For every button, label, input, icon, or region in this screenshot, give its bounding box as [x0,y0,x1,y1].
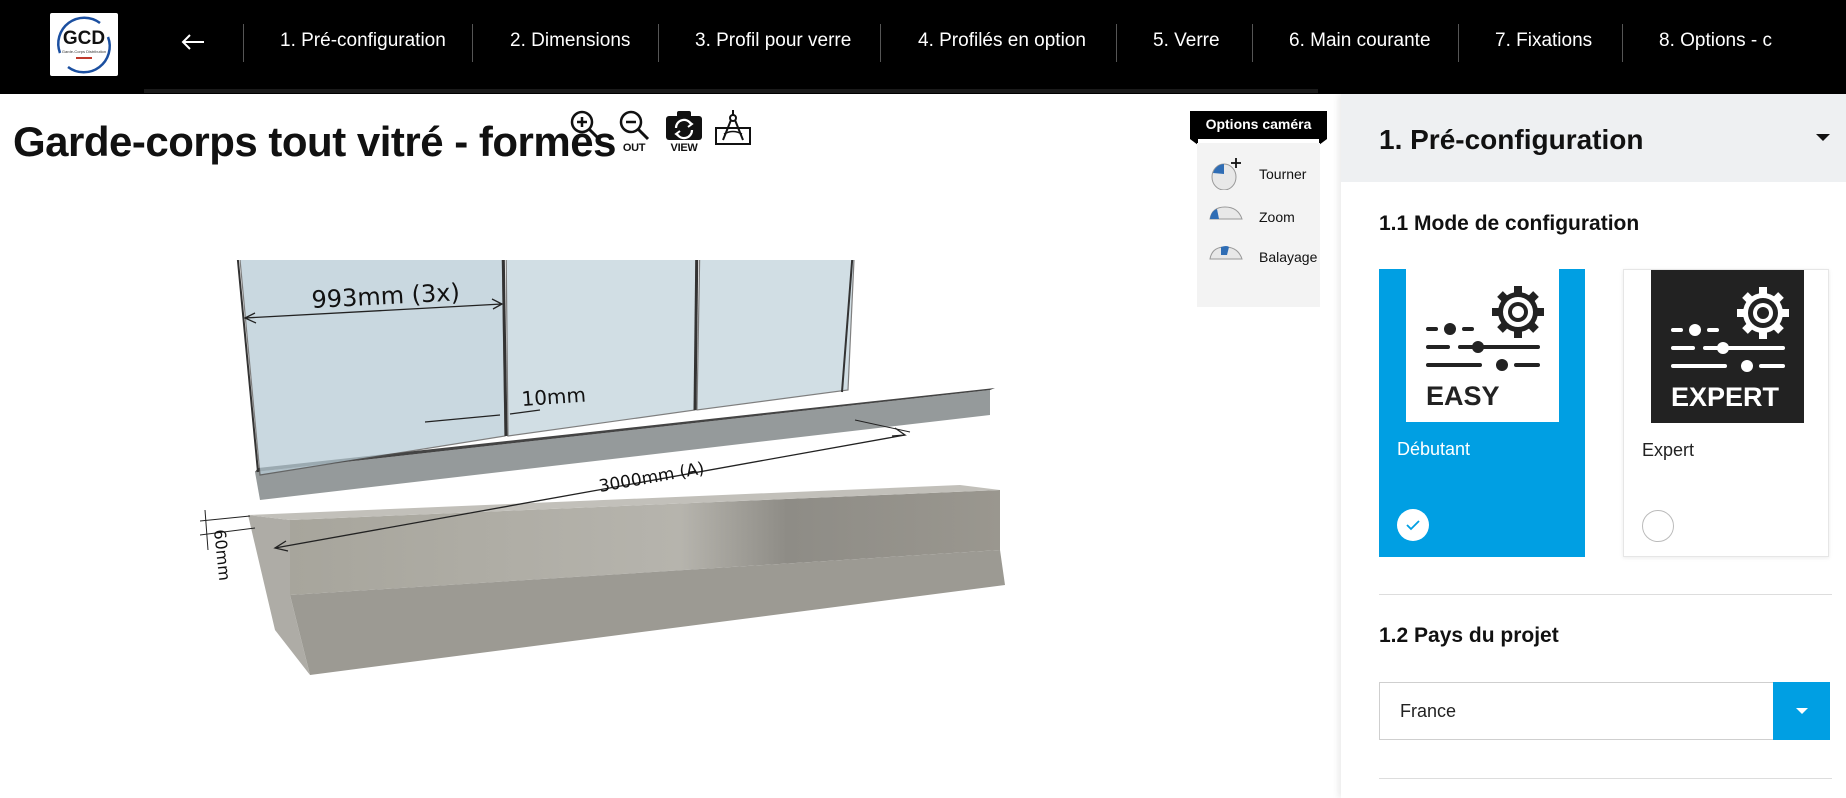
total-length-label: 3000mm (A) [597,459,706,497]
arrow-left-icon [181,34,204,50]
glass-joint-2 [693,260,699,411]
nav-separator [1458,24,1459,62]
mode-radio-selected[interactable] [1397,509,1429,541]
mouse-pan-icon [1209,246,1243,260]
nav-item-handrail[interactable]: 6. Main courante [1289,30,1431,52]
mode-name-expert: Expert [1642,440,1695,460]
logo-subtext: Garde-Corps Distribution [62,49,106,54]
nav-separator [243,24,244,62]
view-button[interactable]: VIEW [664,108,704,158]
nav-item-glass[interactable]: 5. Verre [1153,30,1220,52]
zoom-in-button[interactable] [565,108,605,158]
gap-label: 10mm [521,383,587,411]
step-accordion-header[interactable]: 1. Pré-configuration [1341,94,1846,182]
zoom-out-icon [619,110,650,141]
camera-view-icon [666,111,702,140]
expert-settings-icon: EXPERT [1651,270,1804,423]
mode-name-beginner: Débutant [1397,439,1471,459]
easy-settings-icon: EASY [1406,269,1559,422]
section-divider [1379,778,1832,779]
expert-badge-text: EXPERT [1671,382,1780,412]
checkmark-icon [1406,520,1420,531]
section-title-project-country: 1.2 Pays du projet [1379,624,1559,647]
nav-item-fixings[interactable]: 7. Fixations [1495,30,1592,52]
nav-item-options[interactable]: 8. Options - c [1659,30,1772,52]
nav-item-preconfiguration[interactable]: 1. Pré-configuration [280,30,446,52]
chevron-down-icon[interactable] [1773,682,1830,740]
nav-item-dimensions[interactable]: 2. Dimensions [510,30,630,52]
nav-item-glass-profile[interactable]: 3. Profil pour verre [695,30,851,52]
nav-item-optional-profiles[interactable]: 4. Profilés en option [918,30,1086,52]
camera-option-rotate[interactable]: Tourner [1207,156,1317,190]
glass-panel-3 [696,260,855,411]
camera-option-pan[interactable]: Balayage [1207,239,1317,273]
easy-badge-text: EASY [1426,381,1500,411]
back-button[interactable] [178,27,208,57]
nav-separator [1116,24,1117,62]
nav-progress-line [144,89,1318,93]
camera-option-zoom[interactable]: Zoom [1207,199,1317,233]
zoom-out-button[interactable]: OUT [614,108,654,158]
camera-option-zoom-label: Zoom [1259,209,1295,225]
logo-text: GCD [63,28,105,49]
camera-options-panel: Tourner Zoom Balayage [1197,143,1320,307]
camera-options-title: Options caméra [1190,111,1327,145]
camera-option-rotate-label: Tourner [1259,166,1307,182]
mode-card-expert[interactable]: EXPERT Expert [1623,269,1829,557]
top-navigation-bar: GCD Garde-Corps Distribution 1. Pré-conf… [0,0,1846,94]
section-divider [1379,594,1832,595]
mode-card-easy[interactable]: EASY Débutant [1379,269,1585,557]
page-title: Garde-corps tout vitré - formes [13,118,616,165]
section-title-configuration-mode: 1.1 Mode de configuration [1379,212,1640,235]
nav-separator [1622,24,1623,62]
zoom-out-label: OUT [622,142,646,154]
3d-railing-viewer[interactable]: 993mm (3x) 10mm 3000mm (A) 60mm [200,260,1100,730]
nav-separator [472,24,473,62]
step-title: 1. Pré-configuration [1379,124,1644,155]
mouse-zoom-icon [1209,206,1243,220]
nav-separator [658,24,659,62]
zoom-in-icon [570,110,601,141]
camera-option-pan-label: Balayage [1259,249,1318,265]
country-select[interactable]: France [1379,682,1830,740]
nav-separator [1252,24,1253,62]
mouse-rotate-icon [1211,158,1241,190]
caret-down-icon [1816,134,1830,141]
view-label: VIEW [670,142,698,154]
gcd-logo[interactable]: GCD Garde-Corps Distribution [50,13,118,76]
height-label: 60mm [210,528,234,581]
compass-drawing-icon [715,110,751,145]
gcd-logo-graphic: GCD Garde-Corps Distribution [57,16,111,74]
mode-radio-unselected[interactable] [1642,510,1674,542]
nav-separator [880,24,881,62]
country-select-value: France [1400,701,1457,721]
configuration-panel: 1. Pré-configuration 1.1 Mode de configu… [1341,94,1846,798]
technical-drawing-button[interactable] [713,108,753,158]
